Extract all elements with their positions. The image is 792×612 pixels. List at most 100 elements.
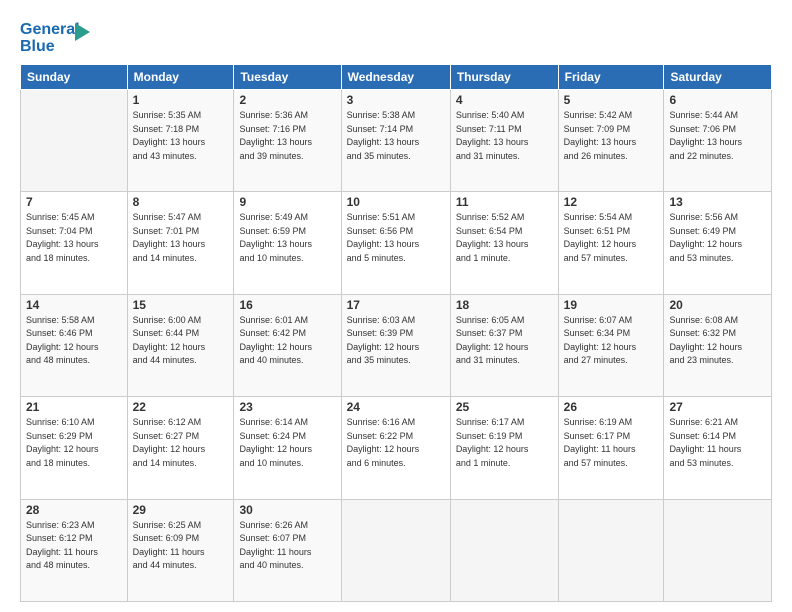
calendar-cell: 20 Sunrise: 6:08 AM Sunset: 6:32 PM Dayli…	[664, 294, 772, 396]
weekday-header-friday: Friday	[558, 65, 664, 90]
calendar-cell: 25 Sunrise: 6:17 AM Sunset: 6:19 PM Dayli…	[450, 397, 558, 499]
header: GeneralBlue	[20, 18, 772, 54]
calendar-cell	[21, 90, 128, 192]
calendar-cell: 19 Sunrise: 6:07 AM Sunset: 6:34 PM Dayli…	[558, 294, 664, 396]
weekday-header-thursday: Thursday	[450, 65, 558, 90]
day-number: 8	[133, 195, 229, 209]
day-number: 5	[564, 93, 659, 107]
day-number: 30	[239, 503, 335, 517]
day-number: 24	[347, 400, 445, 414]
calendar-week-row: 28 Sunrise: 6:23 AM Sunset: 6:12 PM Dayli…	[21, 499, 772, 601]
calendar-cell	[450, 499, 558, 601]
day-number: 13	[669, 195, 766, 209]
day-info: Sunrise: 6:19 AM Sunset: 6:17 PM Dayligh…	[564, 416, 659, 470]
calendar-week-row: 21 Sunrise: 6:10 AM Sunset: 6:29 PM Dayli…	[21, 397, 772, 499]
day-info: Sunrise: 5:42 AM Sunset: 7:09 PM Dayligh…	[564, 109, 659, 163]
day-info: Sunrise: 5:56 AM Sunset: 6:49 PM Dayligh…	[669, 211, 766, 265]
calendar-cell: 6 Sunrise: 5:44 AM Sunset: 7:06 PM Daylig…	[664, 90, 772, 192]
day-info: Sunrise: 5:45 AM Sunset: 7:04 PM Dayligh…	[26, 211, 122, 265]
day-number: 23	[239, 400, 335, 414]
calendar-cell: 18 Sunrise: 6:05 AM Sunset: 6:37 PM Dayli…	[450, 294, 558, 396]
day-info: Sunrise: 6:21 AM Sunset: 6:14 PM Dayligh…	[669, 416, 766, 470]
svg-text:Blue: Blue	[20, 38, 55, 54]
calendar-week-row: 14 Sunrise: 5:58 AM Sunset: 6:46 PM Dayli…	[21, 294, 772, 396]
day-info: Sunrise: 5:44 AM Sunset: 7:06 PM Dayligh…	[669, 109, 766, 163]
day-number: 22	[133, 400, 229, 414]
day-info: Sunrise: 6:12 AM Sunset: 6:27 PM Dayligh…	[133, 416, 229, 470]
calendar-week-row: 7 Sunrise: 5:45 AM Sunset: 7:04 PM Daylig…	[21, 192, 772, 294]
day-number: 11	[456, 195, 553, 209]
calendar-cell: 10Sunrise: 5:51 AM Sunset: 6:56 PM Dayli…	[341, 192, 450, 294]
page: GeneralBlue SundayMondayTuesdayWednesday…	[0, 0, 792, 612]
day-info: Sunrise: 5:52 AM Sunset: 6:54 PM Dayligh…	[456, 211, 553, 265]
day-info: Sunrise: 6:08 AM Sunset: 6:32 PM Dayligh…	[669, 314, 766, 368]
calendar-cell: 14 Sunrise: 5:58 AM Sunset: 6:46 PM Dayli…	[21, 294, 128, 396]
day-number: 27	[669, 400, 766, 414]
day-number: 17	[347, 298, 445, 312]
day-number: 4	[456, 93, 553, 107]
day-number: 26	[564, 400, 659, 414]
day-number: 28	[26, 503, 122, 517]
day-info: Sunrise: 6:07 AM Sunset: 6:34 PM Dayligh…	[564, 314, 659, 368]
day-number: 10	[347, 195, 445, 209]
weekday-header-sunday: Sunday	[21, 65, 128, 90]
day-info: Sunrise: 6:10 AM Sunset: 6:29 PM Dayligh…	[26, 416, 122, 470]
calendar-cell: 17Sunrise: 6:03 AM Sunset: 6:39 PM Dayli…	[341, 294, 450, 396]
day-info: Sunrise: 5:36 AM Sunset: 7:16 PM Dayligh…	[239, 109, 335, 163]
day-info: Sunrise: 6:14 AM Sunset: 6:24 PM Dayligh…	[239, 416, 335, 470]
calendar-cell: 22 Sunrise: 6:12 AM Sunset: 6:27 PM Dayli…	[127, 397, 234, 499]
day-number: 7	[26, 195, 122, 209]
calendar-table: SundayMondayTuesdayWednesdayThursdayFrid…	[20, 64, 772, 602]
day-info: Sunrise: 6:26 AM Sunset: 6:07 PM Dayligh…	[239, 519, 335, 573]
calendar-cell: 21 Sunrise: 6:10 AM Sunset: 6:29 PM Dayli…	[21, 397, 128, 499]
day-info: Sunrise: 6:17 AM Sunset: 6:19 PM Dayligh…	[456, 416, 553, 470]
day-number: 3	[347, 93, 445, 107]
weekday-header-saturday: Saturday	[664, 65, 772, 90]
calendar-cell: 5 Sunrise: 5:42 AM Sunset: 7:09 PM Daylig…	[558, 90, 664, 192]
day-info: Sunrise: 6:23 AM Sunset: 6:12 PM Dayligh…	[26, 519, 122, 573]
day-info: Sunrise: 5:58 AM Sunset: 6:46 PM Dayligh…	[26, 314, 122, 368]
calendar-cell: 26 Sunrise: 6:19 AM Sunset: 6:17 PM Dayli…	[558, 397, 664, 499]
calendar-cell	[558, 499, 664, 601]
logo: GeneralBlue	[20, 18, 90, 54]
calendar-cell	[341, 499, 450, 601]
day-number: 20	[669, 298, 766, 312]
day-info: Sunrise: 5:54 AM Sunset: 6:51 PM Dayligh…	[564, 211, 659, 265]
day-info: Sunrise: 6:25 AM Sunset: 6:09 PM Dayligh…	[133, 519, 229, 573]
day-info: Sunrise: 5:38 AM Sunset: 7:14 PM Dayligh…	[347, 109, 445, 163]
day-number: 19	[564, 298, 659, 312]
calendar-cell: 3 Sunrise: 5:38 AM Sunset: 7:14 PM Daylig…	[341, 90, 450, 192]
day-number: 6	[669, 93, 766, 107]
day-number: 25	[456, 400, 553, 414]
calendar-cell: 29 Sunrise: 6:25 AM Sunset: 6:09 PM Dayli…	[127, 499, 234, 601]
day-info: Sunrise: 5:35 AM Sunset: 7:18 PM Dayligh…	[133, 109, 229, 163]
calendar-week-row: 1Sunrise: 5:35 AM Sunset: 7:18 PM Daylig…	[21, 90, 772, 192]
calendar-cell: 27 Sunrise: 6:21 AM Sunset: 6:14 PM Dayli…	[664, 397, 772, 499]
day-info: Sunrise: 6:05 AM Sunset: 6:37 PM Dayligh…	[456, 314, 553, 368]
day-number: 29	[133, 503, 229, 517]
day-number: 18	[456, 298, 553, 312]
calendar-cell	[664, 499, 772, 601]
day-number: 21	[26, 400, 122, 414]
calendar-cell: 7 Sunrise: 5:45 AM Sunset: 7:04 PM Daylig…	[21, 192, 128, 294]
calendar-cell: 24Sunrise: 6:16 AM Sunset: 6:22 PM Dayli…	[341, 397, 450, 499]
calendar-cell: 28 Sunrise: 6:23 AM Sunset: 6:12 PM Dayli…	[21, 499, 128, 601]
day-number: 14	[26, 298, 122, 312]
calendar-cell: 2Sunrise: 5:36 AM Sunset: 7:16 PM Daylig…	[234, 90, 341, 192]
calendar-cell: 30 Sunrise: 6:26 AM Sunset: 6:07 PM Dayli…	[234, 499, 341, 601]
calendar-cell: 1Sunrise: 5:35 AM Sunset: 7:18 PM Daylig…	[127, 90, 234, 192]
calendar-cell: 16Sunrise: 6:01 AM Sunset: 6:42 PM Dayli…	[234, 294, 341, 396]
day-info: Sunrise: 6:00 AM Sunset: 6:44 PM Dayligh…	[133, 314, 229, 368]
day-info: Sunrise: 5:47 AM Sunset: 7:01 PM Dayligh…	[133, 211, 229, 265]
calendar-cell: 12 Sunrise: 5:54 AM Sunset: 6:51 PM Dayli…	[558, 192, 664, 294]
calendar-cell: 4Sunrise: 5:40 AM Sunset: 7:11 PM Daylig…	[450, 90, 558, 192]
day-number: 12	[564, 195, 659, 209]
day-number: 16	[239, 298, 335, 312]
calendar-header-row: SundayMondayTuesdayWednesdayThursdayFrid…	[21, 65, 772, 90]
calendar-cell: 9Sunrise: 5:49 AM Sunset: 6:59 PM Daylig…	[234, 192, 341, 294]
calendar-cell: 15Sunrise: 6:00 AM Sunset: 6:44 PM Dayli…	[127, 294, 234, 396]
weekday-header-monday: Monday	[127, 65, 234, 90]
calendar-cell: 11 Sunrise: 5:52 AM Sunset: 6:54 PM Dayli…	[450, 192, 558, 294]
day-number: 9	[239, 195, 335, 209]
calendar-cell: 8 Sunrise: 5:47 AM Sunset: 7:01 PM Daylig…	[127, 192, 234, 294]
